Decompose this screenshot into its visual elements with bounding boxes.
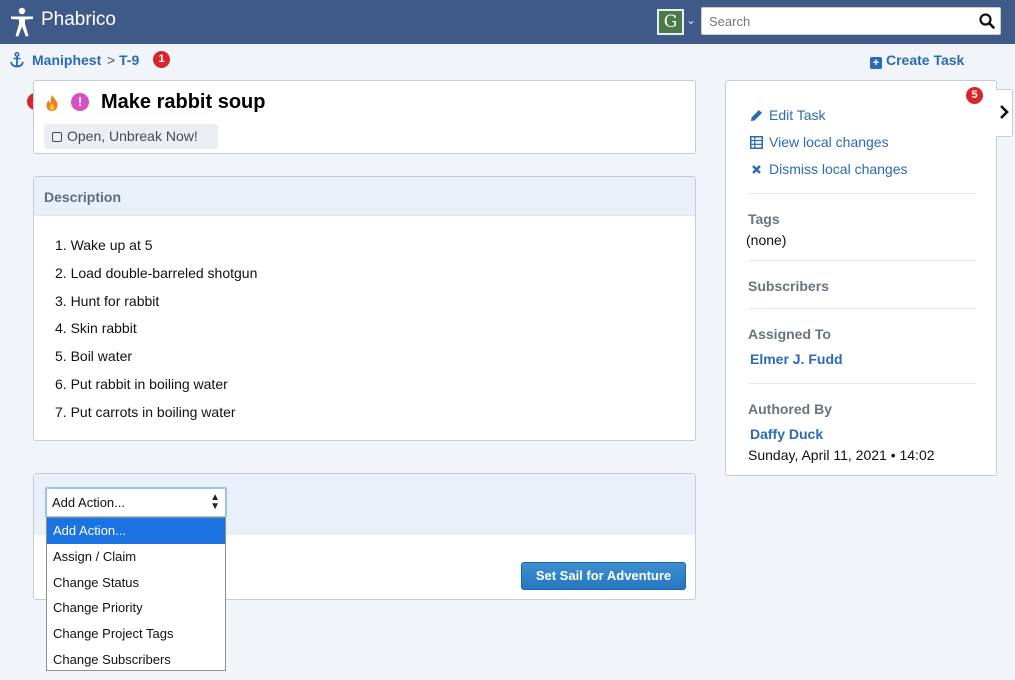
dropdown-option-add-action[interactable]: Add Action... [47, 518, 225, 544]
task-header-panel: ! Make rabbit soup Open, Unbreak Now! [33, 80, 696, 154]
add-action-dropdown: Add Action... Assign / Claim Change Stat… [46, 517, 226, 671]
description-step: 1. Wake up at 5 [55, 237, 153, 253]
fire-icon [46, 95, 58, 111]
search-box [701, 7, 1001, 35]
plus-square-icon: + [870, 57, 882, 69]
search-input[interactable] [702, 8, 962, 34]
description-step: 2. Load double-barreled shotgun [55, 264, 258, 281]
description-panel: Description 1. Wake up at 5 2. Load doub… [33, 176, 696, 441]
chevron-down-icon[interactable]: ⌄ [686, 13, 696, 27]
authored-by-label: Authored By [748, 401, 832, 417]
breadcrumb-maniphest[interactable]: Maniphest [32, 52, 101, 68]
pencil-icon [751, 110, 762, 121]
dropdown-option-assign-claim[interactable]: Assign / Claim [47, 544, 225, 570]
dropdown-option-change-project-tags[interactable]: Change Project Tags [47, 621, 225, 647]
dropdown-option-change-status[interactable]: Change Status [47, 570, 225, 596]
anchor-icon [10, 52, 24, 68]
dismiss-local-changes-label: Dismiss local changes [769, 161, 908, 177]
submit-button[interactable]: Set Sail for Adventure [521, 562, 686, 590]
divider [748, 260, 976, 261]
divider [748, 308, 976, 309]
status-badge: Open, Unbreak Now! [44, 124, 218, 149]
description-steps: 1. Wake up at 5 2. Load double-barreled … [55, 237, 257, 432]
priority-unbreak-now-icon: ! [71, 93, 89, 111]
authored-date: Sunday, April 11, 2021 • 14:02 [748, 447, 935, 463]
author-user-link[interactable]: Daffy Duck [750, 426, 823, 442]
description-step: 6. Put rabbit in boiling water [55, 375, 228, 392]
sidebar-toggle-button[interactable] [996, 89, 1013, 137]
description-heading: Description [44, 189, 122, 205]
table-icon [750, 136, 763, 149]
description-step: 4. Skin rabbit [55, 320, 137, 337]
close-x-icon [752, 165, 761, 174]
divider [748, 383, 976, 384]
annotation-marker-5: 5 [966, 87, 983, 104]
task-sidebar: Edit Task View local changes Dismiss loc… [725, 80, 997, 476]
top-navigation-bar: Phabrico G ⌄ [0, 0, 1015, 44]
tags-label: Tags [748, 211, 780, 227]
subscribers-label: Subscribers [748, 278, 829, 294]
user-avatar[interactable]: G [657, 9, 684, 35]
add-action-select[interactable]: Add Action... ▲ ▼ [45, 487, 227, 518]
search-icon[interactable] [978, 12, 996, 30]
breadcrumb-current[interactable]: T-9 [119, 52, 139, 68]
assigned-to-label: Assigned To [748, 326, 831, 342]
divider [748, 193, 976, 194]
add-action-selected-value: Add Action... [52, 495, 125, 510]
chevron-right-icon [1000, 105, 1009, 119]
create-task-button[interactable]: + Create Task [870, 52, 964, 69]
app-title[interactable]: Phabrico [41, 9, 116, 31]
edit-task-label: Edit Task [769, 107, 826, 123]
task-title: Make rabbit soup [101, 91, 266, 113]
tags-value: (none) [746, 232, 787, 248]
dropdown-option-change-priority[interactable]: Change Priority [47, 595, 225, 621]
description-header: Description [34, 177, 695, 216]
create-task-label: Create Task [886, 52, 965, 68]
status-label: Open, Unbreak Now! [67, 128, 198, 144]
description-step: 3. Hunt for rabbit [55, 292, 160, 309]
dropdown-option-change-subscribers[interactable]: Change Subscribers [47, 647, 225, 673]
checkbox-icon [52, 132, 62, 142]
assigned-user-link[interactable]: Elmer J. Fudd [750, 351, 843, 367]
sort-arrows-icon: ▲ ▼ [210, 492, 220, 512]
view-local-changes-label: View local changes [769, 134, 889, 150]
annotation-marker-1: 1 [153, 51, 170, 68]
description-step: 5. Boil water [55, 348, 133, 365]
description-step: 7. Put carrots in boiling water [55, 403, 236, 420]
accessibility-logo-icon[interactable] [10, 7, 34, 37]
breadcrumb-separator: > [107, 52, 116, 68]
